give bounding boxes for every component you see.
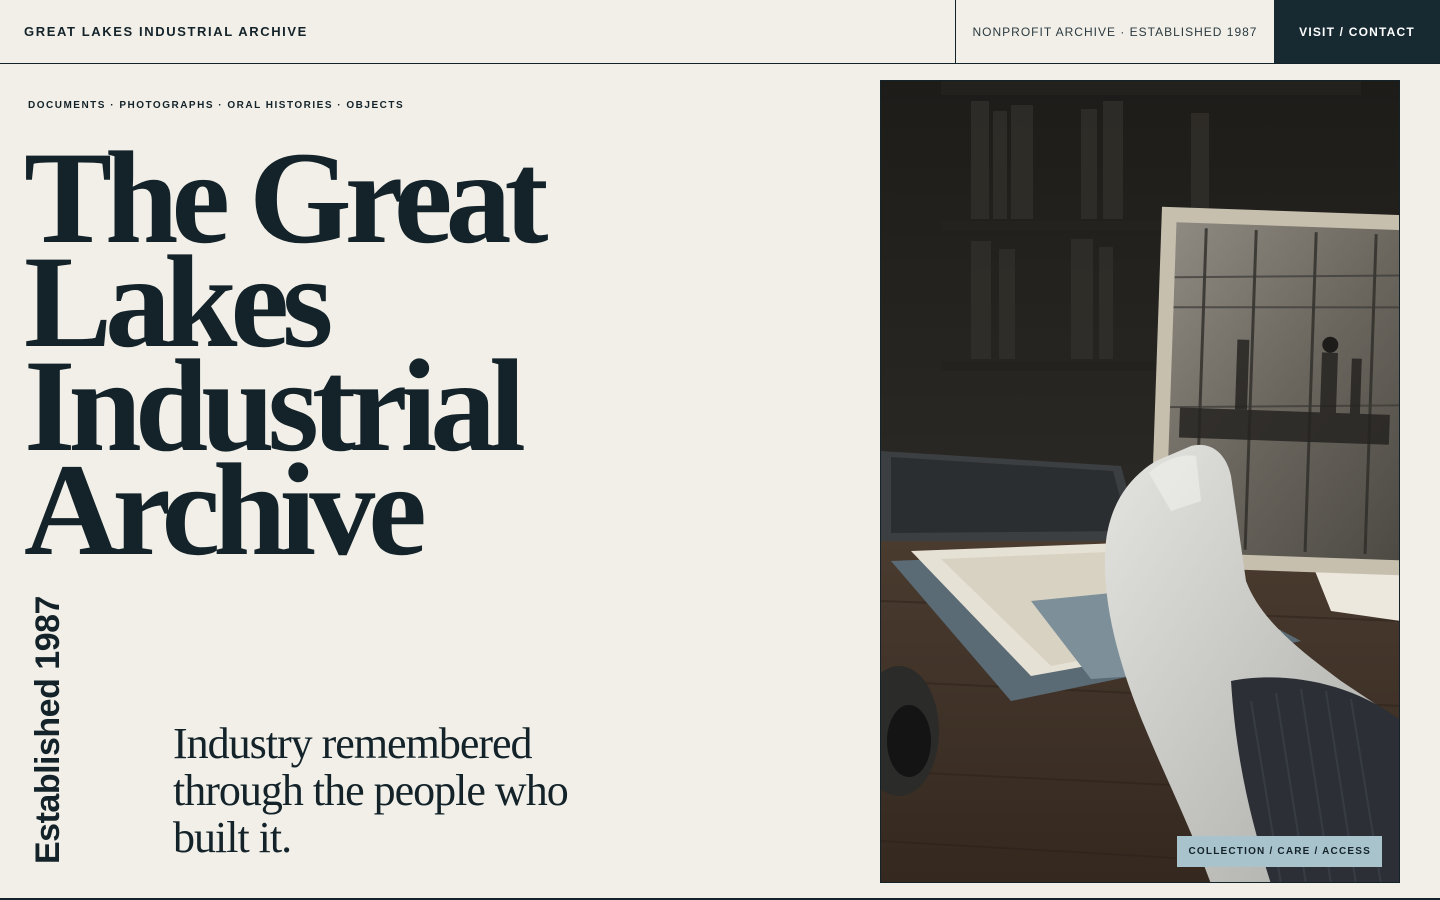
site-header: GREAT LAKES INDUSTRIAL ARCHIVE NONPROFIT… [0,0,1440,64]
archival-photo-illustration [881,81,1399,882]
header-meta: NONPROFIT ARCHIVE · ESTABLISHED 1987 [972,24,1258,39]
hero-photo: COLLECTION / CARE / ACCESS [880,80,1400,883]
collection-categories: DOCUMENTS · PHOTOGRAPHS · ORAL HISTORIES… [28,100,405,111]
established-vertical-label: Established 1987 [29,596,67,864]
hero-tagline: Industry remembered through the people w… [173,719,569,862]
collection-care-access-tag[interactable]: COLLECTION / CARE / ACCESS [1177,836,1382,867]
visit-contact-button[interactable]: VISIT / CONTACT [1274,0,1440,63]
hero-title: The Great Lakes Industrial Archive [24,132,584,576]
site-brand[interactable]: GREAT LAKES INDUSTRIAL ARCHIVE [0,0,956,63]
